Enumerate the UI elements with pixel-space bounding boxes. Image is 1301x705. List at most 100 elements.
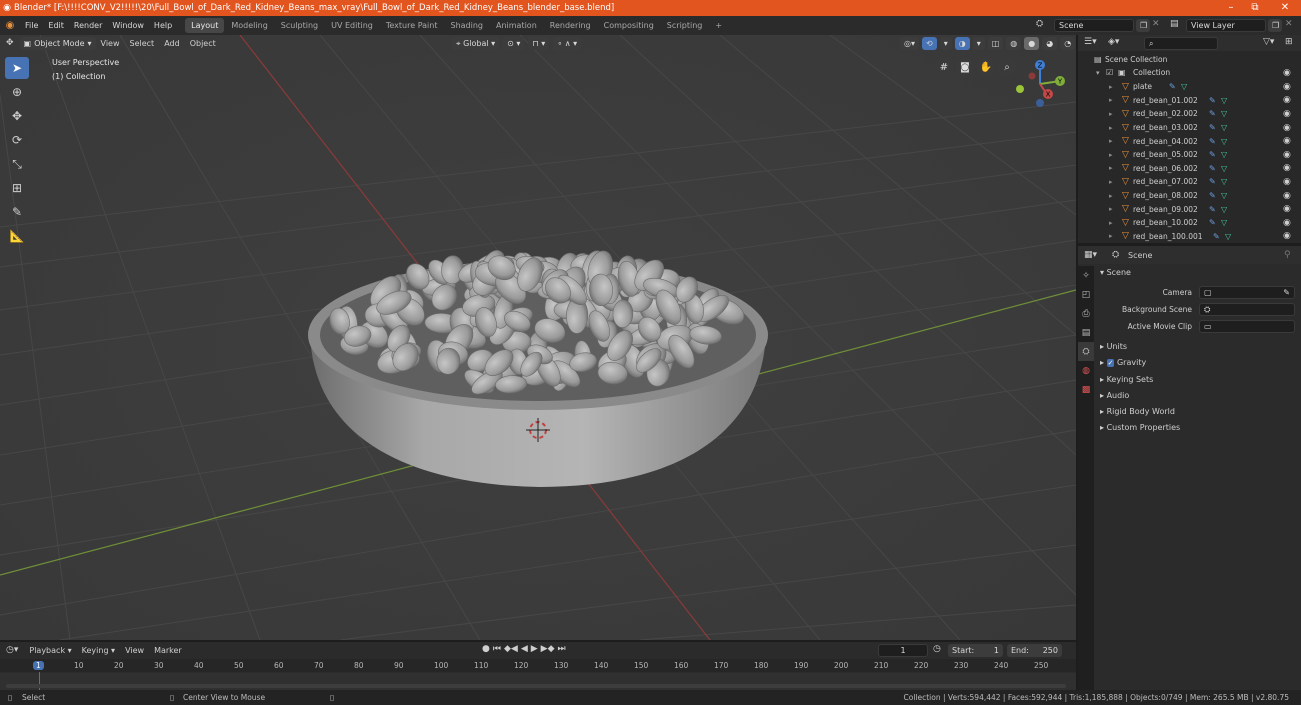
modifier-icon[interactable]: ✎	[1209, 177, 1216, 186]
camera-field[interactable]: ▢ ✎	[1199, 286, 1295, 299]
outliner-search-input[interactable]: ⌕	[1144, 37, 1218, 50]
timeline-view-menu[interactable]: View	[120, 646, 149, 655]
gizmo-dropdown-icon[interactable]: ▾	[939, 37, 952, 50]
visibility-icon[interactable]: ◎▾	[900, 37, 919, 50]
overlay-dropdown-icon[interactable]: ▾	[972, 37, 985, 50]
view-layer-tab-icon[interactable]: ▤	[1078, 323, 1094, 342]
expand-icon[interactable]: ▸	[1109, 110, 1113, 118]
mesh-data-icon[interactable]: ▽	[1221, 150, 1227, 159]
timeline-scrollbar[interactable]	[6, 684, 1066, 688]
eye-icon[interactable]: ◉	[1283, 204, 1291, 214]
tab-texture-paint[interactable]: Texture Paint	[380, 18, 444, 33]
gravity-panel[interactable]: ▸ ✓ Gravity	[1100, 358, 1146, 367]
pin-icon[interactable]: ⚲	[1284, 250, 1291, 260]
display-mode-icon[interactable]: ◈▾	[1108, 37, 1119, 47]
eye-icon[interactable]: ◉	[1283, 150, 1291, 160]
expand-icon[interactable]: ▸	[1109, 178, 1113, 186]
eye-icon[interactable]: ◉	[1283, 82, 1291, 92]
move-icon[interactable]: ✥	[5, 105, 29, 127]
keying-sets-panel[interactable]: ▸ Keying Sets	[1100, 375, 1153, 384]
tab-animation[interactable]: Animation	[490, 18, 543, 33]
expand-icon[interactable]: ▸	[1109, 192, 1113, 200]
keying-menu[interactable]: Keying ▾	[77, 646, 120, 655]
menu-edit[interactable]: Edit	[43, 16, 69, 35]
prev-keyframe-icon[interactable]: ◆◀	[504, 644, 518, 654]
expand-icon[interactable]: ▸	[1109, 96, 1113, 104]
delete-view-layer-icon[interactable]: ✕	[1285, 19, 1293, 29]
annotate-icon[interactable]: ✎	[5, 201, 29, 223]
outliner-item[interactable]: ▸ ▽ red_bean_02.002 ✎ ▽ ◉	[1078, 107, 1301, 121]
timeline-editor-icon[interactable]: ◷▾	[0, 645, 24, 655]
play-reverse-icon[interactable]: ◀	[521, 644, 528, 654]
modifier-icon[interactable]: ✎	[1209, 150, 1216, 159]
tab-compositing[interactable]: Compositing	[598, 18, 660, 33]
solid-shading-icon[interactable]: ●	[1024, 37, 1040, 50]
modifier-icon[interactable]: ✎	[1209, 205, 1216, 214]
eye-icon[interactable]: ◉	[1283, 95, 1291, 105]
tab-modeling[interactable]: Modeling	[225, 18, 273, 33]
current-frame-marker[interactable]: 1	[33, 661, 44, 670]
properties-editor-icon[interactable]: ▦▾	[1084, 250, 1097, 260]
modifier-icon[interactable]: ✎	[1209, 109, 1216, 118]
tab-layout[interactable]: Layout	[185, 18, 225, 33]
rendered-shading-icon[interactable]: ◔	[1060, 37, 1076, 50]
expand-icon[interactable]: ▸	[1109, 164, 1113, 172]
mesh-data-icon[interactable]: ▽	[1221, 218, 1227, 227]
expand-icon[interactable]: ▸	[1109, 205, 1113, 213]
current-frame-field[interactable]: 1	[878, 644, 928, 657]
mesh-data-icon[interactable]: ▽	[1225, 232, 1231, 241]
mesh-data-icon[interactable]: ▽	[1221, 137, 1227, 146]
gizmo-toggle-icon[interactable]: ⟲	[922, 37, 937, 50]
marker-menu[interactable]: Marker	[149, 646, 187, 655]
units-panel[interactable]: ▸ Units	[1100, 342, 1127, 351]
neg-x-axis-handle[interactable]	[1028, 72, 1036, 80]
outliner-item[interactable]: ▸ ▽ red_bean_07.002 ✎ ▽ ◉	[1078, 175, 1301, 189]
outliner-item[interactable]: ▸ ▽ red_bean_05.002 ✎ ▽ ◉	[1078, 148, 1301, 162]
outliner-editor-icon[interactable]: ☰▾	[1084, 37, 1097, 47]
eye-icon[interactable]: ◉	[1283, 163, 1291, 173]
hand-icon[interactable]: ✋	[977, 58, 995, 76]
modifier-icon[interactable]: ✎	[1169, 82, 1176, 91]
menu-file[interactable]: File	[20, 16, 43, 35]
playback-menu[interactable]: Playback ▾	[24, 646, 76, 655]
filter-icon[interactable]: ▽▾	[1263, 37, 1274, 47]
pivot-icon[interactable]: ⊙ ▾	[503, 37, 525, 50]
mesh-data-icon[interactable]: ▽	[1221, 164, 1227, 173]
outliner-item[interactable]: ▸ ▽ red_bean_06.002 ✎ ▽ ◉	[1078, 162, 1301, 176]
eye-icon[interactable]: ◉	[1283, 136, 1291, 146]
outliner-item[interactable]: ▸ ▽ red_bean_08.002 ✎ ▽ ◉	[1078, 189, 1301, 203]
eye-icon[interactable]: ◉	[1283, 191, 1291, 201]
jump-start-icon[interactable]: ⏮	[493, 644, 501, 654]
camera-icon[interactable]: ◙	[956, 58, 974, 76]
stopwatch-icon[interactable]: ◷	[933, 644, 941, 654]
select-tool-icon[interactable]: ➤	[5, 57, 29, 79]
eye-icon[interactable]: ◉	[1283, 68, 1291, 78]
transform-icon[interactable]: ⊞	[5, 177, 29, 199]
eye-icon[interactable]: ◉	[1283, 231, 1291, 241]
restore-button[interactable]: ⧉	[1241, 0, 1269, 16]
tab-scripting[interactable]: Scripting	[661, 18, 709, 33]
3d-viewport[interactable]	[0, 35, 1076, 640]
material-shading-icon[interactable]: ◕	[1042, 37, 1058, 50]
mode-selector[interactable]: ▣ Object Mode ▾	[19, 36, 96, 50]
mesh-data-icon[interactable]: ▽	[1221, 177, 1227, 186]
modifier-icon[interactable]: ✎	[1209, 218, 1216, 227]
expand-icon[interactable]: ▸	[1109, 137, 1113, 145]
menu-window[interactable]: Window	[107, 16, 149, 35]
proportional-edit-icon[interactable]: ∘ ∧ ▾	[553, 37, 582, 50]
grid-icon[interactable]: #	[935, 58, 953, 76]
scene-tab-icon[interactable]: ⛭	[1078, 342, 1094, 361]
eye-icon[interactable]: ◉	[1283, 218, 1291, 228]
tab-shading[interactable]: Shading	[444, 18, 489, 33]
expand-icon[interactable]: ▸	[1109, 83, 1113, 91]
modifier-icon[interactable]: ✎	[1209, 191, 1216, 200]
snap-icon[interactable]: ⊓ ▾	[528, 37, 550, 50]
new-view-layer-icon[interactable]: ❐	[1268, 19, 1282, 32]
editor-type-icon[interactable]: ✥	[0, 38, 20, 48]
end-frame-field[interactable]: End: 250	[1007, 644, 1062, 657]
blender-menu-icon[interactable]: ◉	[0, 20, 20, 31]
neg-z-axis-handle[interactable]	[1036, 99, 1044, 107]
menu-add[interactable]: Add	[159, 39, 185, 48]
outliner-item[interactable]: ▸ ▽ red_bean_01.002 ✎ ▽ ◉	[1078, 94, 1301, 108]
menu-object[interactable]: Object	[185, 39, 221, 48]
